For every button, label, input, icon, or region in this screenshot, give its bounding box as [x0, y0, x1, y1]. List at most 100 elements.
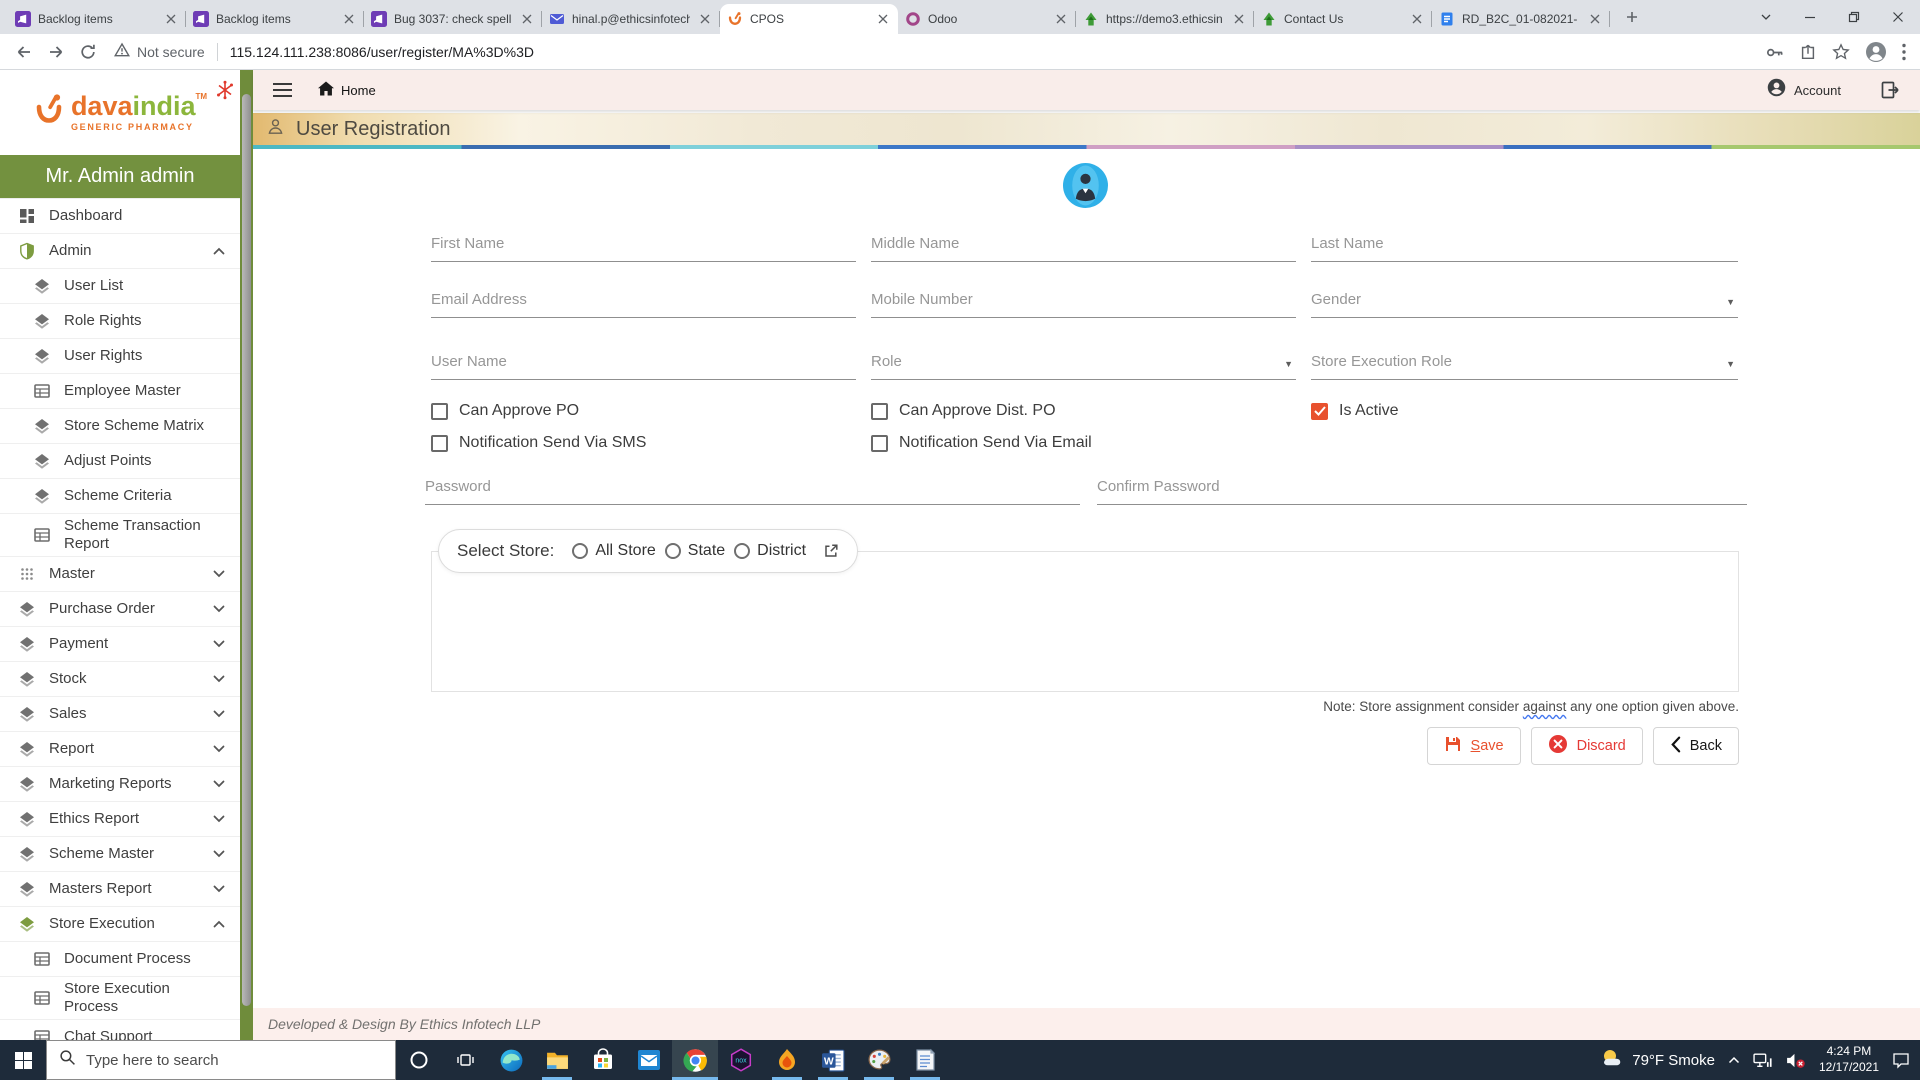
bookmark-star-icon[interactable] [1832, 43, 1850, 61]
sidebar-item-sales[interactable]: Sales [0, 697, 240, 732]
sidebar-item-user-rights[interactable]: User Rights [0, 339, 240, 374]
radio-icon[interactable] [734, 543, 751, 559]
browser-tab-https-demo3-ethicsin[interactable]: https://demo3.ethicsin [1076, 4, 1254, 34]
start-button[interactable] [0, 1040, 46, 1080]
sidebar-item-scheme-criteria[interactable]: Scheme Criteria [0, 479, 240, 514]
sidebar-item-adjust-points[interactable]: Adjust Points [0, 444, 240, 479]
sidebar-item-payment[interactable]: Payment [0, 627, 240, 662]
save-button[interactable]: Save [1426, 727, 1521, 765]
sidebar-scrollbar-track[interactable] [240, 70, 253, 1040]
browser-tab-bug-3037-check-spell-c[interactable]: Bug 3037: check spell c [364, 4, 542, 34]
taskbar-clock[interactable]: 4:24 PM 12/17/2021 [1819, 1044, 1879, 1075]
sidebar-item-marketing-reports[interactable]: Marketing Reports [0, 767, 240, 802]
store-radio-state[interactable]: State [664, 542, 725, 560]
tab-close-icon[interactable] [875, 11, 891, 27]
sidebar-item-ethics-report[interactable]: Ethics Report [0, 802, 240, 837]
checkbox-unchecked-icon[interactable] [871, 434, 888, 452]
window-minimize-icon[interactable] [1788, 0, 1832, 34]
tab-close-icon[interactable] [341, 11, 357, 27]
user-name-input[interactable]: User Name [431, 346, 856, 380]
sidebar-item-report[interactable]: Report [0, 732, 240, 767]
taskbar-search[interactable] [46, 1040, 396, 1080]
tab-close-icon[interactable] [697, 11, 713, 27]
browser-tab-contact-us[interactable]: Contact Us [1254, 4, 1432, 34]
sidebar-item-user-list[interactable]: User List [0, 269, 240, 304]
taskbar-store-icon[interactable] [580, 1040, 626, 1080]
home-button[interactable]: Home [318, 81, 376, 99]
middle-name-input[interactable]: Middle Name [871, 228, 1296, 262]
task-view-icon[interactable] [442, 1040, 488, 1080]
tray-chevron-up-icon[interactable] [1728, 1056, 1740, 1064]
role-select[interactable]: Role ▼ [871, 346, 1296, 380]
profile-avatar-image[interactable] [1063, 163, 1108, 208]
taskbar-mail-icon[interactable] [626, 1040, 672, 1080]
tab-close-icon[interactable] [1053, 11, 1069, 27]
notification-send-via-email-checkbox[interactable]: Notification Send Via Email [871, 434, 1092, 452]
search-input[interactable] [86, 1051, 356, 1069]
logout-icon[interactable] [1880, 80, 1900, 100]
tab-close-icon[interactable] [163, 11, 179, 27]
security-chip[interactable]: Not secure [113, 42, 205, 61]
external-link-icon[interactable] [823, 543, 839, 559]
browser-tab-backlog-items[interactable]: Backlog items [8, 4, 186, 34]
sidebar-item-role-rights[interactable]: Role Rights [0, 304, 240, 339]
sidebar-item-purchase-order[interactable]: Purchase Order [0, 592, 240, 627]
store-radio-all-store[interactable]: All Store [572, 542, 656, 560]
is-active-checkbox[interactable]: Is Active [1311, 402, 1399, 420]
sidebar-item-scheme-transaction-report[interactable]: Scheme Transaction Report [0, 514, 240, 557]
password-input[interactable]: Password [425, 471, 1080, 505]
sidebar-item-master[interactable]: Master [0, 557, 240, 592]
checkbox-unchecked-icon[interactable] [431, 402, 448, 420]
taskbar-edge-icon[interactable] [488, 1040, 534, 1080]
browser-back-icon[interactable] [8, 36, 40, 68]
sidebar-item-store-execution[interactable]: Store Execution [0, 907, 240, 942]
browser-forward-icon[interactable] [40, 36, 72, 68]
taskbar-word-icon[interactable]: W [810, 1040, 856, 1080]
checkbox-unchecked-icon[interactable] [431, 434, 448, 452]
checkbox-unchecked-icon[interactable] [871, 402, 888, 420]
sidebar-scrollbar-thumb[interactable] [242, 94, 251, 1006]
cortana-icon[interactable] [396, 1040, 442, 1080]
mobile-number-input[interactable]: Mobile Number [871, 284, 1296, 318]
browser-menu-dots-icon[interactable] [1902, 43, 1906, 61]
confirm-password-input[interactable]: Confirm Password [1097, 471, 1747, 505]
account-label[interactable]: Account [1794, 83, 1841, 98]
new-tab-button[interactable] [1618, 3, 1646, 31]
taskbar-paint-icon[interactable] [856, 1040, 902, 1080]
browser-tab-odoo[interactable]: Odoo [898, 4, 1076, 34]
back-button[interactable]: Back [1652, 727, 1739, 765]
speaker-muted-icon[interactable] [1785, 1052, 1806, 1069]
last-name-input[interactable]: Last Name [1311, 228, 1738, 262]
browser-reload-icon[interactable] [72, 36, 104, 68]
browser-tab-rd-b2c-01-082021-b[interactable]: RD_B2C_01-082021- B [1432, 4, 1610, 34]
browser-tab-hinal-p-ethicsinfotech[interactable]: hinal.p@ethicsinfotech [542, 4, 720, 34]
sidebar-item-masters-report[interactable]: Masters Report [0, 872, 240, 907]
share-icon[interactable] [1799, 43, 1817, 61]
window-close-icon[interactable] [1876, 0, 1920, 34]
sidebar-item-dashboard[interactable]: Dashboard [0, 199, 240, 234]
taskbar-flame-icon[interactable] [764, 1040, 810, 1080]
notification-send-via-sms-checkbox[interactable]: Notification Send Via SMS [431, 434, 646, 452]
browser-tab-cpos[interactable]: CPOS [720, 4, 898, 34]
can-approve-po-checkbox[interactable]: Can Approve PO [431, 402, 579, 420]
password-key-icon[interactable] [1765, 43, 1784, 62]
sidebar-item-scheme-master[interactable]: Scheme Master [0, 837, 240, 872]
tab-search-chevron-icon[interactable] [1744, 0, 1788, 34]
taskbar-nox-icon[interactable]: nox [718, 1040, 764, 1080]
discard-button[interactable]: Discard [1530, 727, 1643, 765]
tab-close-icon[interactable] [1231, 11, 1247, 27]
sidebar-item-stock[interactable]: Stock [0, 662, 240, 697]
sidebar-item-store-scheme-matrix[interactable]: Store Scheme Matrix [0, 409, 240, 444]
tab-close-icon[interactable] [1587, 11, 1603, 27]
checkbox-checked-icon[interactable] [1311, 402, 1328, 420]
url-text[interactable]: 115.124.111.238:8086/user/register/MA%3D… [230, 44, 534, 60]
window-restore-icon[interactable] [1832, 0, 1876, 34]
email-address-input[interactable]: Email Address [431, 284, 856, 318]
sidebar-item-chat-support[interactable]: Chat Support [0, 1020, 240, 1040]
taskbar-explorer-icon[interactable] [534, 1040, 580, 1080]
first-name-input[interactable]: First Name [431, 228, 856, 262]
store-execution-role-select[interactable]: Store Execution Role ▼ [1311, 346, 1738, 380]
radio-icon[interactable] [572, 543, 589, 559]
browser-profile-avatar[interactable] [1865, 41, 1887, 63]
sidebar-item-admin[interactable]: Admin [0, 234, 240, 269]
